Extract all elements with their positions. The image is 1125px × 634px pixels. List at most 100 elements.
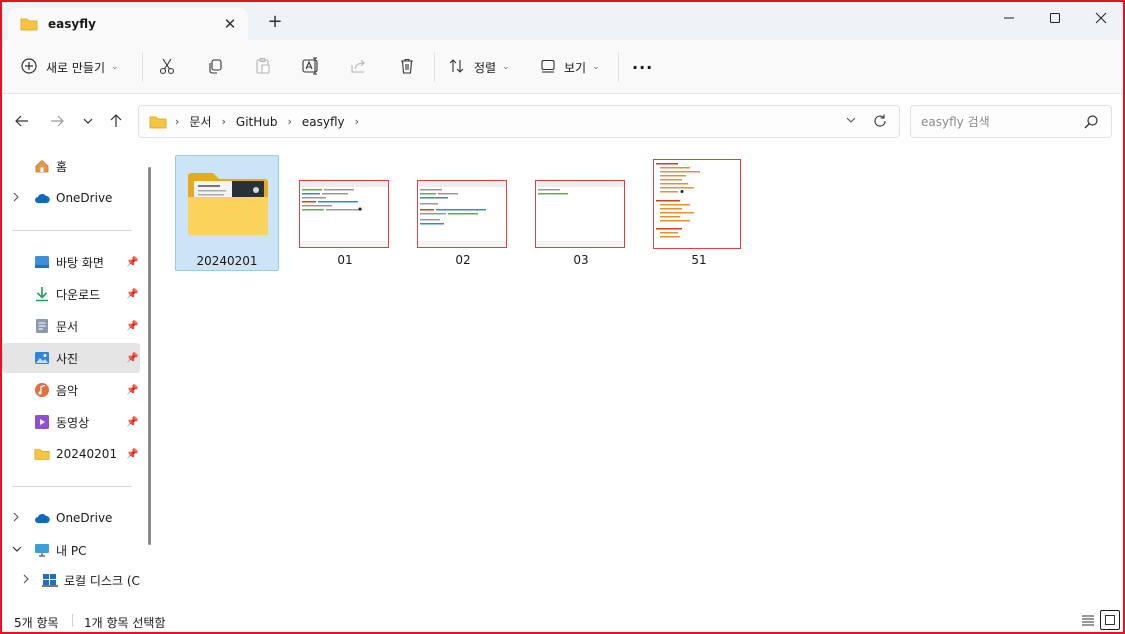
sidebar-divider <box>12 486 132 487</box>
computer-icon <box>34 542 50 558</box>
sidebar-item-pictures[interactable]: 사진 📌 <box>2 343 140 373</box>
sidebar-item-downloads[interactable]: 다운로드 📌 <box>2 279 140 309</box>
sidebar-item-label: OneDrive <box>56 191 113 205</box>
cut-button[interactable] <box>158 53 176 81</box>
paste-button[interactable] <box>254 53 272 81</box>
copy-button[interactable] <box>206 53 224 81</box>
address-bar[interactable]: › 문서 › GitHub › easyfly › <box>138 105 900 138</box>
file-name: 20240201 <box>196 254 258 268</box>
back-icon[interactable] <box>12 111 32 131</box>
file-item-20240201[interactable]: 20240201 <box>175 155 279 271</box>
maximize-icon[interactable] <box>1032 4 1078 32</box>
image-thumbnail <box>417 180 507 248</box>
pin-icon: 📌 <box>126 288 139 300</box>
address-dropdown-icon[interactable] <box>845 114 857 129</box>
sidebar-item-onedrive[interactable]: OneDrive <box>2 183 140 213</box>
breadcrumb-github[interactable]: GitHub <box>236 115 278 129</box>
videos-icon <box>34 414 50 430</box>
chevron-right-icon[interactable] <box>12 512 20 525</box>
sidebar-item-home[interactable]: 홈 <box>2 151 140 181</box>
paste-icon <box>254 57 272 78</box>
chevron-right-icon[interactable] <box>12 192 20 205</box>
sort-label: 정렬 <box>474 60 497 75</box>
sidebar-item-label: OneDrive <box>56 511 113 525</box>
delete-icon <box>398 57 416 78</box>
folder-icon <box>20 17 38 31</box>
sidebar-item-onedrive-2[interactable]: OneDrive <box>2 503 140 533</box>
pin-icon: 📌 <box>126 448 139 460</box>
pictures-icon <box>34 350 50 366</box>
sidebar-item-label: 사진 <box>56 351 79 366</box>
image-thumbnail <box>299 180 389 248</box>
refresh-icon[interactable] <box>871 112 889 130</box>
image-thumbnail <box>653 159 741 249</box>
details-view-icon[interactable] <box>1078 610 1098 630</box>
view-button[interactable]: 보기 ⌄ <box>540 53 600 81</box>
share-button[interactable] <box>350 53 368 81</box>
close-icon[interactable] <box>1078 4 1124 32</box>
home-icon <box>34 158 50 174</box>
sidebar-item-label: 음악 <box>56 383 79 398</box>
navigation-pane: 홈 OneDrive 바탕 화면 📌 다운로드 📌 문서 📌 사진 📌 음악 📌… <box>2 149 154 609</box>
forward-icon[interactable] <box>47 111 67 131</box>
new-tab-icon[interactable]: + <box>265 13 285 33</box>
file-item-03[interactable]: 03 <box>529 155 633 271</box>
sidebar-scrollbar[interactable] <box>148 167 151 545</box>
breadcrumb-separator: › <box>287 115 292 128</box>
file-name: 03 <box>573 253 589 267</box>
sidebar-item-20240201[interactable]: 20240201 📌 <box>2 439 140 469</box>
address-row: › 문서 › GitHub › easyfly › easyfly 검색 <box>2 95 1123 149</box>
toolbar-divider <box>142 52 143 82</box>
sidebar-item-label: 바탕 화면 <box>56 255 104 270</box>
status-bar: 5개 항목 1개 항목 선택함 <box>2 609 1123 632</box>
sidebar-item-label: 로컬 디스크 (C <box>64 573 140 588</box>
recent-chevron-icon[interactable] <box>78 111 98 131</box>
pin-icon: 📌 <box>126 320 139 332</box>
sidebar-item-music[interactable]: 음악 📌 <box>2 375 140 405</box>
sidebar-item-desktop[interactable]: 바탕 화면 📌 <box>2 247 140 277</box>
file-item-02[interactable]: 02 <box>411 155 515 271</box>
file-list: 20240201 01 02 03 51 <box>157 149 1123 609</box>
rename-button[interactable] <box>302 53 322 81</box>
sidebar-item-this-pc[interactable]: 내 PC <box>2 535 140 565</box>
chevron-down-icon: ⌄ <box>502 62 510 72</box>
search-icon[interactable] <box>1083 114 1099 133</box>
chevron-down-icon: ⌄ <box>111 62 119 72</box>
more-icon[interactable]: ··· <box>632 53 653 81</box>
file-item-51[interactable]: 51 <box>647 155 751 271</box>
cut-icon <box>158 57 176 78</box>
delete-button[interactable] <box>398 53 416 81</box>
tab-close-icon[interactable]: ✕ <box>222 16 238 32</box>
search-input[interactable]: easyfly 검색 <box>910 105 1112 138</box>
sidebar-item-local-disk[interactable]: 로컬 디스크 (C <box>2 565 140 595</box>
new-button-label: 새로 만들기 <box>46 60 106 75</box>
drive-icon <box>42 572 58 588</box>
tab-easyfly[interactable]: easyfly ✕ <box>8 8 248 40</box>
command-bar: 새로 만들기 ⌄ 정렬 ⌄ 보기 ⌄ ··· <box>2 40 1123 94</box>
breadcrumb-separator: › <box>221 115 226 128</box>
chevron-down-icon[interactable] <box>12 545 22 556</box>
file-item-01[interactable]: 01 <box>293 155 397 271</box>
chevron-down-icon: ⌄ <box>592 62 600 72</box>
item-count: 5개 항목 <box>14 616 59 630</box>
sidebar-item-videos[interactable]: 동영상 📌 <box>2 407 140 437</box>
file-name: 01 <box>337 253 353 267</box>
breadcrumb-separator: › <box>354 115 360 128</box>
large-icons-view-icon[interactable] <box>1100 610 1120 630</box>
chevron-right-icon[interactable] <box>22 574 30 587</box>
breadcrumb-easyfly[interactable]: easyfly <box>302 115 345 129</box>
sort-button[interactable]: 정렬 ⌄ <box>448 53 510 81</box>
minimize-icon[interactable] <box>986 4 1032 32</box>
cloud-icon <box>34 510 50 526</box>
plus-circle-icon <box>20 57 38 78</box>
sidebar-item-label: 20240201 <box>56 447 118 461</box>
up-icon[interactable] <box>106 111 126 131</box>
desktop-icon <box>34 254 50 270</box>
pin-icon: 📌 <box>126 256 139 268</box>
new-button[interactable]: 새로 만들기 ⌄ <box>20 53 119 81</box>
folder-thumbnail-icon <box>186 170 270 238</box>
sidebar-item-documents[interactable]: 문서 📌 <box>2 311 140 341</box>
view-label: 보기 <box>564 60 587 75</box>
tab-title: easyfly <box>48 17 96 31</box>
breadcrumb-documents[interactable]: 문서 <box>189 113 211 130</box>
